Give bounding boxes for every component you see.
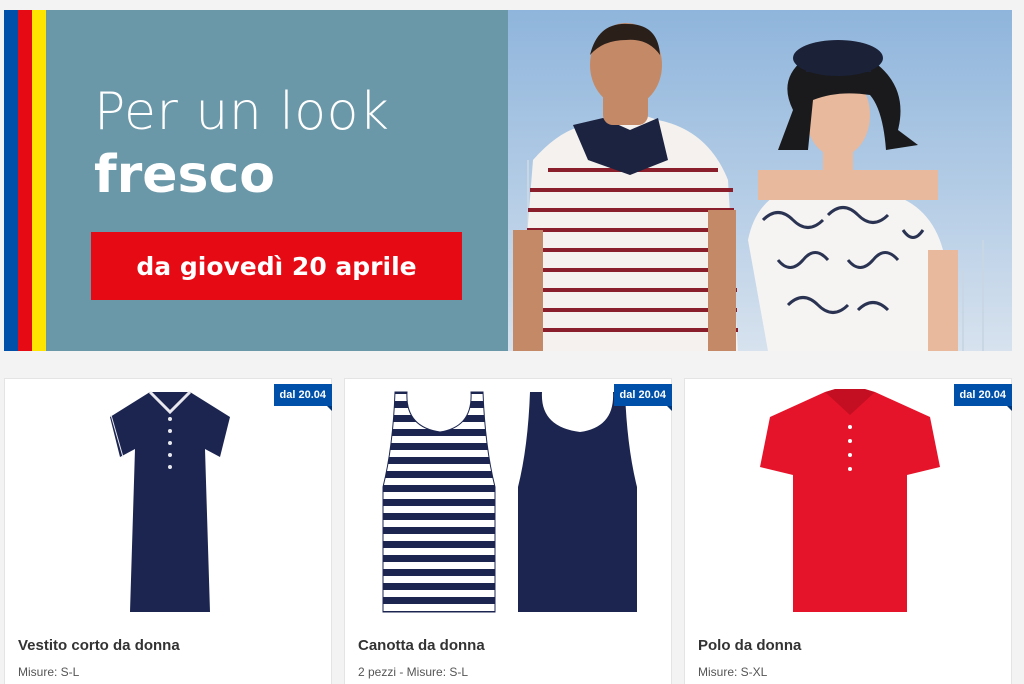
brand-stripe-blue — [4, 10, 18, 351]
date-badge: dal 20.04 — [613, 384, 673, 411]
date-badge: dal 20.04 — [273, 384, 333, 411]
promo-banner[interactable]: Per un look fresco da giovedì 20 aprile — [4, 10, 1012, 351]
product-card[interactable]: dal 20.04 Canotta da donna 2 pezzi - Mis… — [344, 378, 673, 684]
product-sizes: Misure: S-XL — [698, 665, 768, 679]
banner-photo — [508, 10, 1012, 351]
date-badge: dal 20.04 — [953, 384, 1013, 411]
banner-date-button[interactable]: da giovedì 20 aprile — [91, 232, 462, 300]
product-image[interactable] — [685, 387, 1011, 627]
product-sizes: 2 pezzi - Misure: S-L — [358, 665, 469, 679]
brand-stripe-red — [18, 10, 32, 351]
banner-headline-bold: fresco — [94, 145, 276, 205]
product-image[interactable] — [5, 387, 331, 627]
product-sizes: Misure: S-L — [18, 665, 80, 679]
product-card[interactable]: dal 20.04 Vestito corto da donna Misure:… — [4, 378, 333, 684]
product-title[interactable]: Polo da donna — [698, 637, 801, 654]
product-card[interactable]: dal 20.04 Polo da donna Misure: S-XL — [684, 378, 1013, 684]
product-title[interactable]: Canotta da donna — [358, 637, 485, 654]
product-title[interactable]: Vestito corto da donna — [18, 637, 180, 654]
banner-headline: Per un look — [94, 82, 390, 142]
product-image[interactable] — [345, 387, 671, 627]
brand-stripe-yellow — [32, 10, 46, 351]
